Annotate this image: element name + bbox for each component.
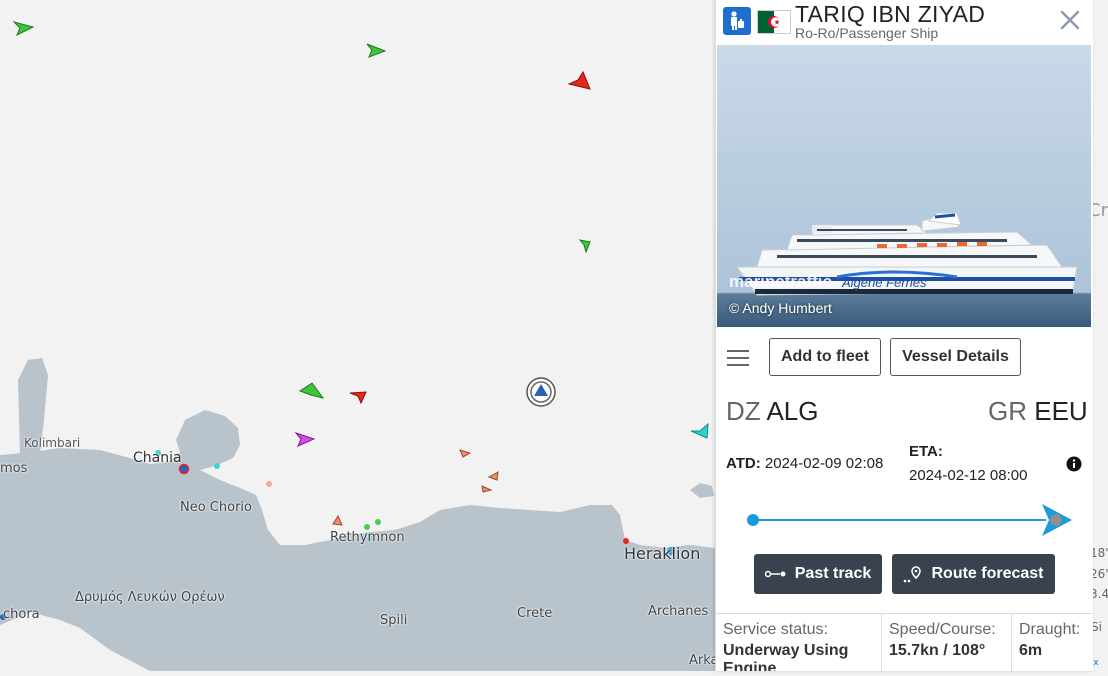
past-track-button[interactable]: Past track [754,554,882,594]
vessel-status-bar: Service status: Underway Using Engine Sp… [716,613,1093,671]
add-to-fleet-button[interactable]: Add to fleet [769,338,881,376]
speed-course: Speed/Course: 15.7kn / 108° [882,614,1012,671]
past-track-label: Past track [794,565,872,582]
map-label-archanes: Archanes [648,604,709,619]
destination-country-code: GR [988,396,1027,426]
track-icon [764,570,786,578]
speed-course-value: 15.7kn / 108° [889,642,986,659]
photo-watermark: marinetraffic [729,272,832,291]
menu-icon[interactable] [726,349,750,367]
destination-port-code: EEU [1034,396,1088,426]
vessel-header: TARIQ IBN ZIYAD Ro-Ro/Passenger Ship [716,0,1093,45]
draught-label: Draught: [1019,621,1081,638]
vessel-name: TARIQ IBN ZIYAD [795,1,986,27]
port-marker[interactable] [214,463,220,469]
destination-dot [1050,514,1062,526]
departure-country-code: DZ [726,396,761,426]
map-label-cr: Cr [1092,200,1108,221]
draught-value: 6m [1019,642,1043,659]
atd-value: 2024-02-09 02:08 [764,455,884,472]
coord-readout-3: 3.4 [1092,587,1108,601]
map-label-crete: Crete [517,606,553,621]
coord-readout-1: 18' [1092,546,1108,560]
port-marker[interactable] [375,519,381,525]
route-forecast-button[interactable]: Route forecast [892,554,1055,594]
service-status-value: Underway Using Engine [723,642,849,671]
map-label-si: Si [1092,620,1102,634]
departure-port: DZ ALG [726,396,819,427]
info-icon[interactable] [1066,456,1082,472]
route-forecast-label: Route forecast [931,565,1044,582]
service-status: Service status: Underway Using Engine [716,614,882,671]
map-label-mos: mos [0,461,28,476]
speed-course-label: Speed/Course: [889,621,996,638]
vessel-info-panel: TARIQ IBN ZIYAD Ro-Ro/Passenger Ship Alg… [715,0,1093,671]
departure-port-code: ALG [766,396,819,426]
map-label-heraklion: Heraklion [624,544,701,563]
map-label-drymos: Δρυμός Λευκών Ορέων [75,590,225,605]
port-marker[interactable] [266,481,272,487]
selected-vessel-marker[interactable] [526,377,556,407]
atd-label: ATD: [726,455,761,472]
eta-label: ETA: [909,443,943,460]
voyage-progress [746,500,1076,540]
map-label-kolimbari: Kolimbari [24,436,81,450]
destination-port: GR EEU [988,396,1088,427]
map-label-rethymnon: Rethymnon [330,530,405,545]
close-icon[interactable] [1058,8,1082,32]
vessel-details-button[interactable]: Vessel Details [890,338,1021,376]
photo-credit: © Andy Humbert [729,300,832,316]
route-pin-icon [904,566,922,583]
map-label-chora: chora [3,607,40,622]
passenger-ship-icon [723,7,751,35]
vessel-type: Ro-Ro/Passenger Ship [795,25,939,41]
vessel-photo[interactable]: Algerie Ferries marinetraffic [717,45,1091,327]
coord-readout-2: 26' [1092,567,1108,581]
map-label-spili: Spili [380,613,408,628]
algeria-flag-icon [757,10,791,34]
vessel-photo-image: Algerie Ferries marinetraffic [717,45,1091,327]
atd-field: ATD: 2024-02-09 02:08 [726,455,883,472]
service-status-label: Service status: [723,621,828,638]
eta-value: 2024-02-12 08:00 [909,467,1028,484]
draught: Draught: 6m [1012,614,1093,671]
map-label-chania: Chania [133,450,182,466]
map-right-edge: Cr 18' 26' 3.4 Si ox [1092,0,1108,671]
hull-logo-text: Algerie Ferries [841,275,927,290]
origin-dot [747,514,759,526]
map-label-neo-chorio: Neo Chorio [180,500,252,515]
